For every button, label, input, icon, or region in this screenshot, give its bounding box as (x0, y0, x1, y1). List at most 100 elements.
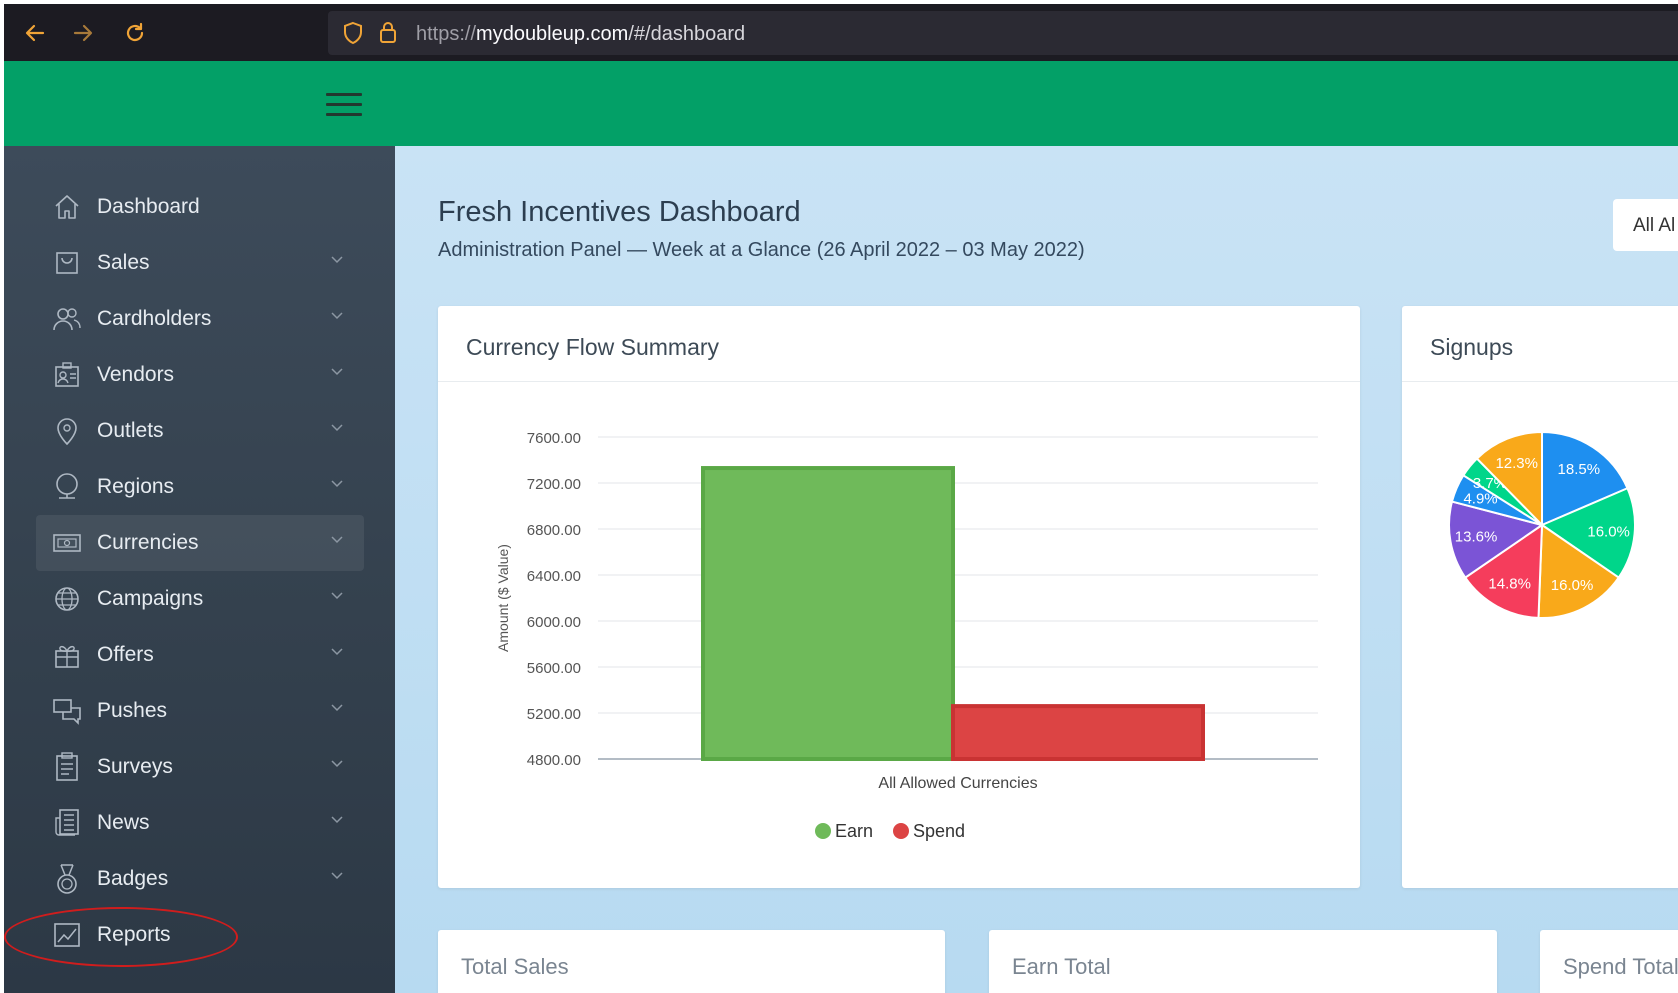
y-tick-label: 6400.00 (527, 568, 581, 585)
shield-icon[interactable] (342, 21, 364, 50)
chevron-down-icon (331, 480, 343, 488)
sidebar-item-dashboard[interactable]: Dashboard (36, 179, 364, 235)
y-tick-label: 5200.00 (527, 706, 581, 723)
currency-flow-chart: 7600.00 7200.00 6800.00 6400.00 6000.00 5600.… (495, 430, 1318, 841)
sidebar-item-label: Badges (97, 867, 169, 890)
sidebar-item-outlets[interactable]: Outlets (36, 403, 364, 459)
sidebar-item-offers[interactable]: Offers (36, 627, 364, 683)
card-header: Currency Flow Summary (438, 306, 1360, 382)
url-host: mydoubleup.com (476, 23, 629, 45)
sidebar-item-label: Currencies (97, 531, 199, 554)
clipboard-icon (50, 750, 84, 784)
medal-icon (50, 862, 84, 896)
address-bar[interactable]: https://mydoubleup.com/#/dashboard (328, 11, 1678, 55)
y-axis-label: Amount ($ Value) (495, 544, 511, 652)
sidebar-item-regions[interactable]: Regions (36, 459, 364, 515)
card-title: Signups (1430, 334, 1514, 360)
main-content: Fresh Incentives Dashboard Administratio… (395, 146, 1678, 993)
signups-card: Signups 18.5% 16.0% 16.0% 14.8% 13.6% 4.9% 3.7… (1402, 306, 1678, 888)
sidebar-item-pushes[interactable]: Pushes (36, 683, 364, 739)
chevron-down-icon (331, 760, 343, 768)
url-text[interactable]: https://mydoubleup.com/#/dashboard (416, 23, 745, 46)
sidebar-item-label: Campaigns (97, 587, 204, 610)
reload-icon[interactable] (120, 18, 150, 48)
card-title: Total Sales (461, 954, 569, 979)
messages-icon (50, 694, 84, 728)
sidebar-item-label: Regions (97, 475, 175, 498)
y-tick-label: 6800.00 (527, 522, 581, 539)
signups-pie-chart: 18.5%16.0%16.0%14.8%13.6%4.9%3.7%12.3% (1448, 430, 1636, 619)
pie-slice-label: 16.0% (1551, 577, 1594, 594)
pie-slice-label: 13.6% (1455, 529, 1498, 546)
bar-spend (951, 704, 1205, 762)
sidebar-item-label: Dashboard (97, 195, 200, 218)
region-icon (50, 470, 84, 504)
currency-filter-button[interactable]: All Al (1613, 199, 1678, 251)
card-title: Earn Total (1012, 954, 1111, 979)
sidebar-item-label: Vendors (97, 363, 175, 386)
browser-toolbar: https://mydoubleup.com/#/dashboard (4, 4, 1678, 61)
chevron-down-icon (331, 872, 343, 880)
sidebar-item-news[interactable]: News (36, 795, 364, 851)
sidebar-item-label: Pushes (97, 699, 168, 722)
legend-swatch (815, 823, 831, 839)
bag-icon (50, 246, 84, 280)
chevron-down-icon (331, 536, 343, 544)
y-tick-label: 7200.00 (527, 476, 581, 493)
earn-total-card: Earn Total (989, 930, 1497, 993)
bar-earn (701, 466, 955, 762)
globe-icon (50, 582, 84, 616)
y-tick-label: 4800.00 (527, 752, 581, 769)
legend-swatch (893, 823, 909, 839)
page-title: Fresh Incentives Dashboard (438, 196, 801, 228)
sidebar-item-badges[interactable]: Badges (36, 851, 364, 907)
sidebar-item-label: Surveys (97, 755, 173, 778)
sidebar-item-campaigns[interactable]: Campaigns (36, 571, 364, 627)
chevron-down-icon (331, 368, 343, 376)
sidebar-item-label: Outlets (97, 419, 164, 442)
chevron-down-icon (331, 256, 343, 264)
pie-slice-label: 16.0% (1587, 524, 1630, 541)
page-subtitle: Administration Panel — Week at a Glance … (438, 239, 1085, 261)
gift-icon (50, 638, 84, 672)
sidebar-item-vendors[interactable]: Vendors (36, 347, 364, 403)
chevron-down-icon (331, 424, 343, 432)
y-tick-label: 7600.00 (527, 430, 581, 447)
newspaper-icon (50, 806, 84, 840)
sidebar-item-label: News (97, 811, 150, 834)
sidebar-item-label: Cardholders (97, 307, 212, 330)
legend-label: Spend (913, 821, 965, 841)
sidebar-item-sales[interactable]: Sales (36, 235, 364, 291)
users-icon (50, 302, 84, 336)
forward-arrow-icon[interactable] (68, 18, 98, 48)
menu-toggle-icon[interactable] (326, 93, 362, 117)
pie-slice-label: 12.3% (1495, 455, 1538, 472)
x-tick-label: All Allowed Currencies (878, 775, 1037, 792)
map-pin-icon (50, 414, 84, 448)
total-sales-card: Total Sales (438, 930, 945, 993)
card-header: Signups (1402, 306, 1678, 382)
pie-slice-label: 14.8% (1488, 576, 1531, 593)
card-title: Currency Flow Summary (466, 334, 720, 360)
chevron-down-icon (331, 648, 343, 656)
home-icon (50, 190, 84, 224)
legend-label: Earn (835, 821, 873, 841)
currency-flow-card: Currency Flow Summary 7600.00 7200.00 6800… (438, 306, 1360, 888)
chevron-down-icon (331, 704, 343, 712)
sidebar-item-surveys[interactable]: Surveys (36, 739, 364, 795)
lock-icon[interactable] (378, 20, 398, 49)
spend-total-card: Spend Total (1540, 930, 1678, 993)
app-header (4, 61, 1678, 146)
url-path: /#/dashboard (628, 23, 746, 45)
chevron-down-icon (331, 592, 343, 600)
url-scheme: https:// (416, 23, 477, 45)
sidebar-item-currencies[interactable]: Currencies (36, 515, 364, 571)
pie-slice-label: 18.5% (1558, 461, 1601, 478)
y-tick-label: 6000.00 (527, 614, 581, 631)
back-arrow-icon[interactable] (20, 18, 50, 48)
sidebar-item-label: Sales (97, 251, 150, 274)
sidebar: Dashboard Sales Cardholders Vendors Outl… (4, 146, 395, 993)
annotation-ring (4, 907, 238, 967)
sidebar-item-cardholders[interactable]: Cardholders (36, 291, 364, 347)
sidebar-item-label: Offers (97, 643, 154, 666)
